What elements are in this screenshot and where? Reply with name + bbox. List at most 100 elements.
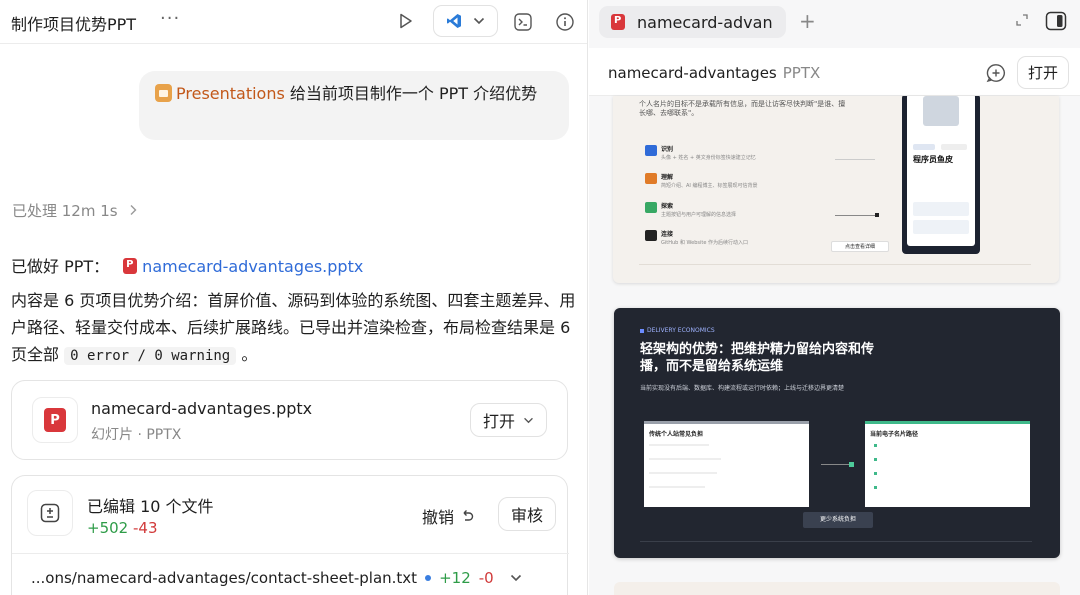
- done-prefix: 已做好 PPT：: [11, 257, 110, 276]
- open-in-editor-button[interactable]: [433, 5, 498, 37]
- thread-title: 制作项目优势PPT: [11, 15, 137, 34]
- presentations-icon: [155, 84, 172, 102]
- add-comment-icon[interactable]: [985, 62, 1007, 84]
- edited-file-path: ...ons/namecard-advantages/contact-sheet…: [31, 569, 418, 587]
- chevron-down-icon[interactable]: [510, 574, 522, 582]
- summary-end: 。: [236, 345, 258, 364]
- done-line: 已做好 PPT： namecard-advantages.pptx: [11, 253, 363, 277]
- slide2-subtitle: 当前实现没有后端、数据库、构建流程或运行时依赖；上线与迁移边界更清楚: [640, 385, 845, 392]
- tab-pptx-preview[interactable]: namecard-advan: [599, 6, 786, 38]
- file-name: namecard-advantages.pptx: [91, 399, 313, 418]
- divider: [12, 553, 569, 554]
- slide2-button: 更少系统负担: [803, 512, 873, 528]
- review-label: 审核: [511, 506, 544, 525]
- slide2-title: 轻架构的优势：把维护精力留给内容和传播，而不是留给系统运维: [640, 342, 875, 374]
- user-message: Presentations 给当前项目制作一个 PPT 介绍优势: [139, 71, 569, 140]
- expand-icon[interactable]: [1015, 13, 1029, 27]
- preview-header: namecard-advantages PPTX 打开: [589, 48, 1080, 96]
- check-result-code: 0 error / 0 warning: [64, 347, 237, 365]
- connector-line: [835, 215, 875, 216]
- step-badge: [645, 202, 657, 213]
- processed-label: 已处理 12m 1s: [12, 202, 118, 220]
- file-lines-added: +12: [439, 569, 471, 587]
- preview-type: PPTX: [782, 64, 821, 82]
- step-badge: [645, 230, 657, 241]
- diff-icon: [27, 490, 73, 536]
- pptx-icon: [611, 14, 625, 30]
- preview-name: namecard-advantages: [608, 64, 777, 82]
- chevron-down-icon: [474, 17, 485, 25]
- profile-field: [913, 220, 969, 234]
- processed-toggle[interactable]: 已处理 12m 1s: [12, 200, 138, 221]
- open-preview-label: 打开: [1027, 64, 1058, 82]
- review-button[interactable]: 审核: [498, 497, 557, 531]
- app-window: 制作项目优势PPT ··· Presentations 给当前项目制作一个 PP…: [0, 0, 1080, 595]
- step-title: 理解: [661, 174, 674, 181]
- summary-paragraph: 内容是 6 页项目优势介绍：首屏价值、源码到体验的系统图、四套主题差异、用户路径…: [11, 287, 576, 370]
- chevron-down-icon: [524, 417, 533, 423]
- step-desc: 主题按钮与用户可理解的信息选择: [661, 212, 737, 218]
- pptx-file-icon: P: [32, 397, 78, 443]
- chat-header: 制作项目优势PPT ···: [0, 0, 587, 44]
- pptx-icon: [123, 258, 138, 274]
- slide2-kicker: DELIVERY ECONOMICS: [647, 327, 715, 334]
- slide1-intro: 个人名片的目标不是承载所有信息，而是让访客尽快判断"是谁、擅长哪、去哪联系"。: [639, 100, 846, 117]
- box-line: [649, 444, 709, 446]
- edits-card: 已编辑 10 个文件 +502 -43 撤销 审核 ...ons/namecar…: [11, 475, 569, 595]
- step-badge: [645, 145, 657, 156]
- undo-label: 撤销: [422, 508, 455, 527]
- terminal-icon[interactable]: [512, 11, 533, 32]
- open-file-label: 打开: [482, 412, 515, 431]
- profile-tag: [913, 144, 935, 150]
- slide-thumbnail-3[interactable]: [614, 582, 1060, 595]
- prompt-tag[interactable]: Presentations: [176, 84, 285, 103]
- edited-file-row[interactable]: ...ons/namecard-advantages/contact-sheet…: [31, 569, 522, 587]
- kicker-bullet: [640, 329, 644, 333]
- slide1-footer-rule: [639, 264, 1031, 265]
- open-file-button[interactable]: 打开: [469, 403, 547, 437]
- arrow-line: [821, 464, 851, 465]
- more-options-icon[interactable]: ···: [160, 8, 180, 29]
- box-bullet: [874, 444, 877, 447]
- profile-card-frame: 程序员鱼皮: [902, 96, 980, 254]
- tab-label: namecard-advan: [637, 12, 773, 32]
- box-line: [649, 472, 717, 474]
- arrow-head: [849, 462, 854, 467]
- box-bullet: [874, 486, 877, 489]
- file-card[interactable]: P namecard-advantages.pptx 幻灯片 · PPTX 打开: [11, 380, 568, 460]
- toggle-sidebar-icon[interactable]: [1044, 9, 1068, 33]
- slide-thumbnail-1[interactable]: 个人名片的目标不是承载所有信息，而是让访客尽快判断"是谁、擅长哪、去哪联系"。 …: [613, 96, 1059, 283]
- info-icon[interactable]: [554, 11, 575, 32]
- box-left-title: 传统个人站常见负担: [649, 431, 704, 438]
- file-lines-removed: -0: [478, 569, 494, 587]
- undo-button[interactable]: 撤销: [422, 504, 474, 528]
- profile-tag: [941, 144, 967, 150]
- play-icon[interactable]: [396, 11, 416, 31]
- profile-name: 程序员鱼皮: [913, 155, 953, 164]
- profile-field: [913, 202, 969, 216]
- connector-dot: [875, 213, 879, 217]
- profile-card: 程序员鱼皮: [907, 96, 975, 246]
- vscode-icon: [446, 14, 461, 28]
- slide1-cta: 点击查看详细: [831, 241, 889, 252]
- edits-delta: +502 -43: [87, 519, 157, 537]
- open-preview-button[interactable]: 打开: [1016, 56, 1069, 89]
- lines-removed: -43: [132, 519, 158, 537]
- undo-icon: [463, 510, 474, 521]
- step-badge: [645, 173, 657, 184]
- step-title: 识别: [661, 146, 674, 153]
- file-type: 幻灯片 · PPTX: [91, 427, 182, 443]
- step-title: 连接: [661, 231, 674, 238]
- chat-pane: 制作项目优势PPT ··· Presentations 给当前项目制作一个 PP…: [0, 0, 588, 595]
- step-desc: 简短介绍、AI 编程博主、标签展现可信背景: [661, 183, 758, 189]
- lines-added: +502: [87, 519, 129, 537]
- avatar: [923, 96, 959, 126]
- pptx-link[interactable]: namecard-advantages.pptx: [142, 257, 363, 276]
- preview-file-name: namecard-advantages PPTX: [608, 64, 820, 82]
- slide-thumbnail-2[interactable]: DELIVERY ECONOMICS 轻架构的优势：把维护精力留给内容和传播，而…: [614, 308, 1060, 558]
- connector-line: [835, 159, 875, 160]
- step-desc: 头像 + 姓名 + 英文身份标签快速建立记忆: [661, 155, 756, 161]
- new-tab-icon[interactable]: +: [799, 9, 816, 33]
- preview-pane: namecard-advan + namecard-advantages PPTX…: [589, 0, 1080, 595]
- box-line: [649, 486, 705, 488]
